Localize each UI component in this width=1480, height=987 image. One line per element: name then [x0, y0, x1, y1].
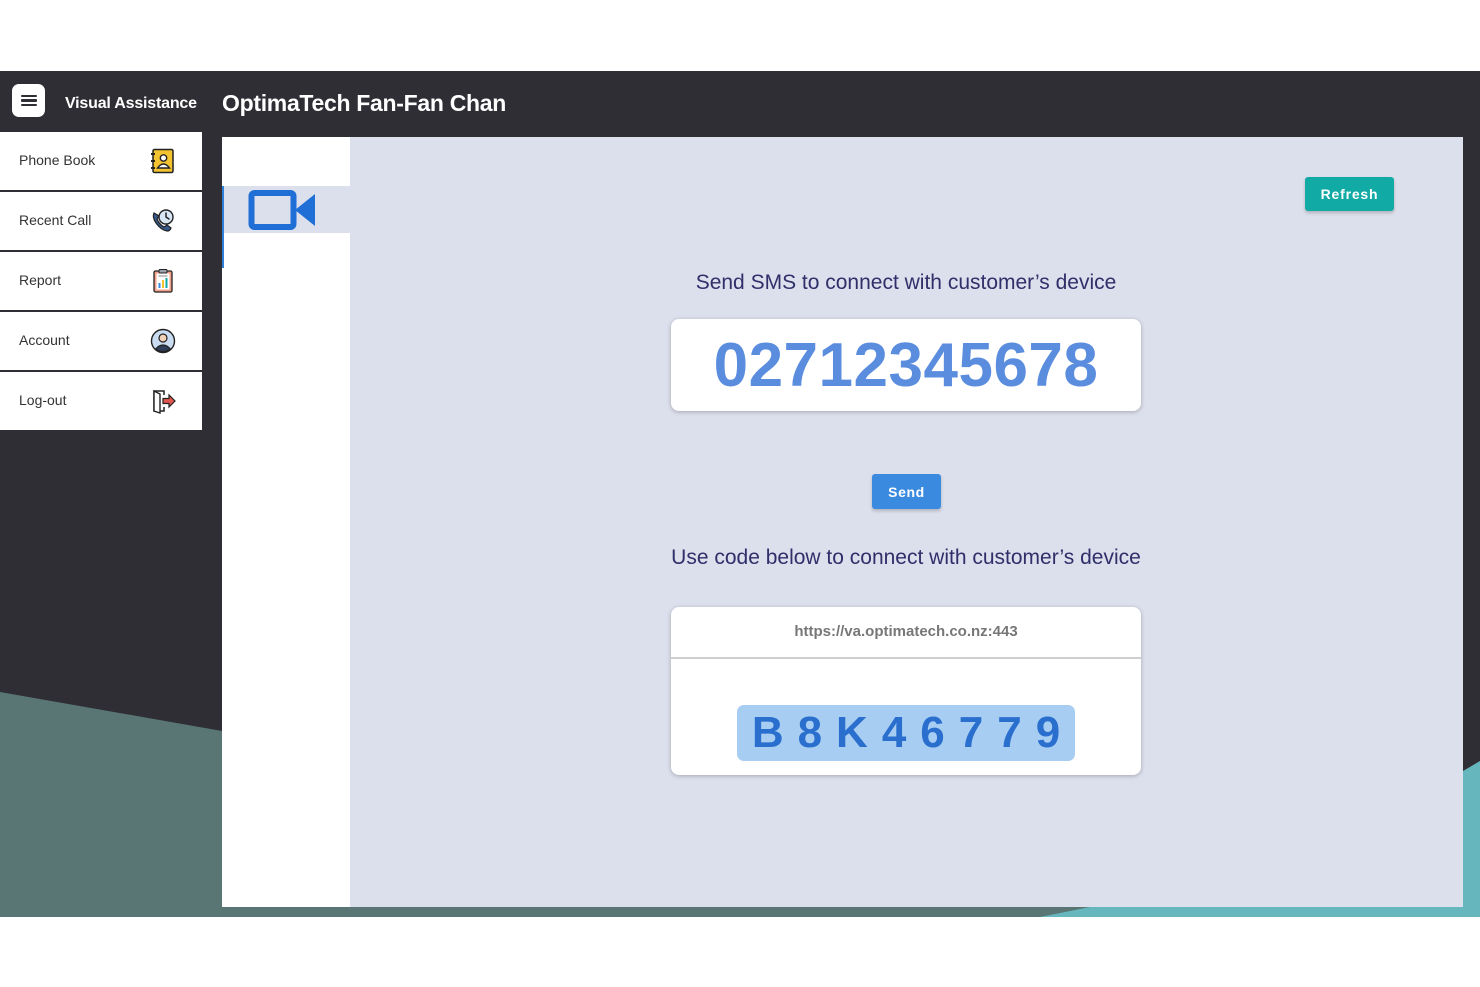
connect-code-card: https://va.optimatech.co.nz:443 B8K46779 [671, 607, 1141, 775]
logout-icon [150, 388, 176, 414]
sidebar: Phone Book Recent Call Report Account Lo… [0, 132, 202, 432]
recent-call-icon [150, 208, 176, 234]
phone-number-card: 02712345678 [671, 319, 1141, 411]
sidebar-item-log-out[interactable]: Log-out [0, 372, 202, 432]
sidebar-item-recent-call[interactable]: Recent Call [0, 192, 202, 252]
active-tab-indicator [222, 186, 224, 268]
main-content: Refresh Send SMS to connect with custome… [222, 137, 1463, 907]
send-button[interactable]: Send [872, 474, 941, 509]
account-icon [150, 328, 176, 354]
sms-heading: Send SMS to connect with customer’s devi… [695, 271, 1117, 294]
sidebar-item-label: Report [19, 272, 62, 288]
sidebar-item-label: Account [19, 332, 70, 348]
sidebar-item-label: Recent Call [19, 212, 92, 228]
hamburger-menu-icon [20, 94, 37, 107]
app-name: Visual Assistance [65, 95, 197, 112]
connect-code-box: B8K46779 [737, 705, 1075, 761]
sidebar-item-report[interactable]: Report [0, 252, 202, 312]
sidebar-item-phone-book[interactable]: Phone Book [0, 132, 202, 192]
phone-book-icon [150, 148, 176, 174]
connect-code: B8K46779 [751, 708, 1075, 757]
sidebar-item-label: Phone Book [19, 152, 96, 168]
server-url: https://va.optimatech.co.nz:443 [671, 607, 1141, 659]
sidebar-item-account[interactable]: Account [0, 312, 202, 372]
app-window: Visual Assistance OptimaTech Fan-Fan Cha… [0, 71, 1480, 917]
code-heading: Use code below to connect with customer’… [671, 546, 1141, 569]
tab-video-call[interactable] [222, 186, 350, 233]
hamburger-menu-button[interactable] [12, 84, 45, 117]
sidebar-item-label: Log-out [19, 392, 67, 408]
tab-panel [222, 137, 350, 907]
refresh-button[interactable]: Refresh [1305, 177, 1394, 211]
page-title: OptimaTech Fan-Fan Chan [222, 90, 507, 116]
phone-number: 02712345678 [713, 330, 1099, 400]
video-camera-icon [248, 190, 315, 230]
report-icon [150, 268, 176, 294]
top-bar: Visual Assistance OptimaTech Fan-Fan Cha… [0, 71, 1480, 135]
